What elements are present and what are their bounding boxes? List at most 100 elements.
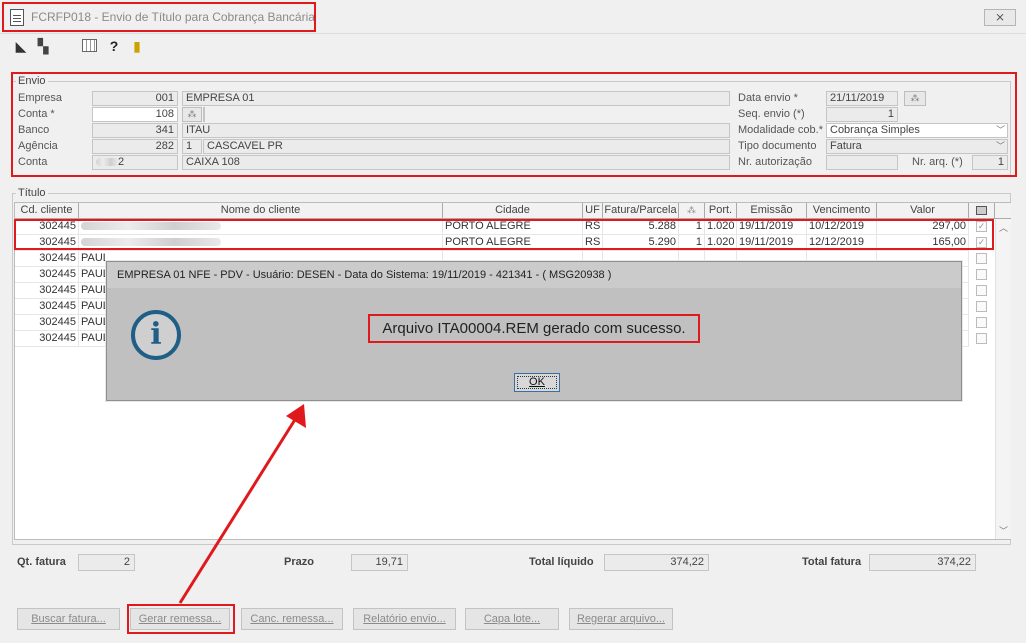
cell-cd-cliente: 302445 (15, 235, 79, 251)
gerar-remessa-button[interactable]: Gerar remessa... (130, 608, 230, 630)
total-fatura-field: 374,22 (869, 554, 976, 571)
row-checkbox[interactable] (976, 269, 987, 280)
cell-fatura: 5.288 (603, 219, 679, 235)
seq-envio-field: 1 (826, 107, 898, 122)
cell-cd-cliente-text: 302445 (39, 268, 76, 280)
cell-uf: RS (583, 235, 603, 251)
capa-lote-button[interactable]: Capa lote... (465, 608, 559, 630)
cell-emissao-text: 19/11/2019 (739, 220, 794, 232)
nr-arq-field: 1 (972, 155, 1008, 170)
total-liquido-label: Total líquido (529, 556, 594, 568)
scroll-up-icon[interactable]: ︿ (999, 221, 1008, 234)
canc-remessa-button[interactable]: Canc. remessa... (241, 608, 343, 630)
conta-label: Conta * (18, 108, 55, 120)
close-button[interactable]: ⨯ (984, 9, 1016, 26)
cell-emissao: 19/11/2019 (737, 235, 807, 251)
qt-fatura-field: 2 (78, 554, 135, 571)
row-checkbox[interactable] (976, 333, 987, 344)
cell-cd-cliente: 302445 (15, 299, 79, 315)
data-envio-label: Data envio * (738, 92, 798, 104)
col-cd-cliente[interactable]: Cd. cliente (15, 203, 79, 219)
tipo-documento-select[interactable]: Fatura ﹀ (826, 139, 1008, 154)
conta2-code-field: 2 (92, 155, 178, 170)
message-dialog: EMPRESA 01 NFE - PDV - Usuário: DESEN - … (106, 261, 962, 401)
cell-nome-cliente-text: PAUL (81, 332, 109, 344)
modalidade-select[interactable]: Cobrança Simples ﹀ (826, 123, 1008, 138)
dialog-message: Arquivo ITA00004.REM gerado com sucesso. (107, 314, 961, 343)
scroll-down-icon[interactable]: ﹀ (999, 524, 1008, 537)
total-liquido-field: 374,22 (604, 554, 709, 571)
calendar-button[interactable]: ⁂ (904, 91, 926, 106)
row-checkbox[interactable]: ✓ (976, 221, 987, 232)
cell-vencimento: 12/12/2019 (807, 235, 877, 251)
cell-cd-cliente: 302445 (15, 251, 79, 267)
cell-cd-cliente-text: 302445 (39, 332, 76, 344)
redacted-name (81, 238, 221, 247)
conta-lookup-button[interactable]: ⁂ (182, 107, 202, 122)
nr-arq-label: Nr. arq. (*) (912, 156, 963, 168)
cell-cd-cliente: 302445 (15, 267, 79, 283)
banco-label: Banco (18, 124, 50, 136)
regerar-arquivo-button[interactable]: Regerar arquivo... (569, 608, 673, 630)
cell-cd-cliente-text: 302445 (39, 236, 76, 248)
col-select-all[interactable] (969, 203, 995, 219)
exit-door-icon[interactable]: ▮ (129, 38, 145, 54)
cell-parcela-text: 1 (695, 236, 702, 248)
redacted-name (81, 222, 221, 231)
cell-fatura: 5.290 (603, 235, 679, 251)
col-emissao[interactable]: Emissão (737, 203, 807, 219)
col-fatura-parcela[interactable]: Fatura/Parcela (603, 203, 679, 219)
arrow-back-icon[interactable]: ◣ (13, 38, 29, 54)
grid-scrollbar[interactable]: ︿ ﹀ (995, 219, 1011, 539)
modalidade-label: Modalidade cob.* (738, 124, 824, 136)
cell-nome-cliente (79, 235, 443, 251)
cell-port: 1.020 (705, 219, 737, 235)
cell-parcela: 1 (679, 219, 705, 235)
row-checkbox[interactable] (976, 301, 987, 312)
cell-cd-cliente-text: 302445 (39, 220, 76, 232)
conta2-name-field: CAIXA 108 (182, 155, 730, 170)
cell-cd-cliente-text: 302445 (39, 300, 76, 312)
data-envio-field[interactable]: 21/11/2019 (826, 91, 898, 106)
row-checkbox[interactable] (976, 317, 987, 328)
col-cidade[interactable]: Cidade (443, 203, 583, 219)
cell-parcela: 1 (679, 235, 705, 251)
cell-emissao-text: 19/11/2019 (739, 236, 794, 248)
col-icon-sort[interactable]: ⁂ (679, 203, 705, 219)
col-uf[interactable]: UF (583, 203, 603, 219)
row-checkbox[interactable] (976, 253, 987, 264)
col-valor[interactable]: Valor (877, 203, 969, 219)
banco-name-field: ITAU (182, 123, 730, 138)
conta-code-field[interactable]: 108 (92, 107, 178, 122)
col-vencimento[interactable]: Vencimento (807, 203, 877, 219)
cell-cd-cliente-text: 302445 (39, 284, 76, 296)
cell-vencimento-text: 12/12/2019 (809, 236, 865, 248)
cell-cd-cliente: 302445 (15, 315, 79, 331)
chevron-down-icon: ﹀ (995, 141, 1005, 151)
cell-port-text: 1.020 (707, 236, 735, 248)
seq-envio-label: Seq. envio (*) (738, 108, 805, 120)
cell-fatura-text: 5.288 (648, 220, 676, 232)
cell-uf-text: RS (585, 220, 601, 232)
buscar-fatura-button[interactable]: Buscar fatura... (17, 608, 120, 630)
cell-valor-text: 297,00 (932, 220, 966, 232)
nr-autorizacao-field[interactable] (826, 155, 898, 170)
cell-valor: 165,00 (877, 235, 969, 251)
duplicate-icon[interactable]: ▚ (35, 38, 51, 54)
empresa-label: Empresa (18, 92, 63, 104)
empresa-name-field: EMPRESA 01 (182, 91, 730, 106)
cell-fatura-text: 5.290 (648, 236, 676, 248)
cell-vencimento: 10/12/2019 (807, 219, 877, 235)
row-checkbox[interactable] (976, 285, 987, 296)
col-nome-cliente[interactable]: Nome do cliente (79, 203, 443, 219)
cell-cidade: PORTO ALEGRE (443, 219, 583, 235)
ok-button[interactable]: OK (514, 373, 560, 392)
calendar-grid-icon[interactable] (82, 39, 97, 52)
row-checkbox[interactable]: ✓ (976, 237, 987, 248)
relatorio-envio-button[interactable]: Relatório envio... (353, 608, 456, 630)
empresa-code-field[interactable]: 001 (92, 91, 178, 106)
help-icon[interactable]: ? (106, 38, 122, 54)
agencia-name-field: CASCAVEL PR (203, 139, 730, 154)
col-port[interactable]: Port. (705, 203, 737, 219)
cell-valor: 297,00 (877, 219, 969, 235)
